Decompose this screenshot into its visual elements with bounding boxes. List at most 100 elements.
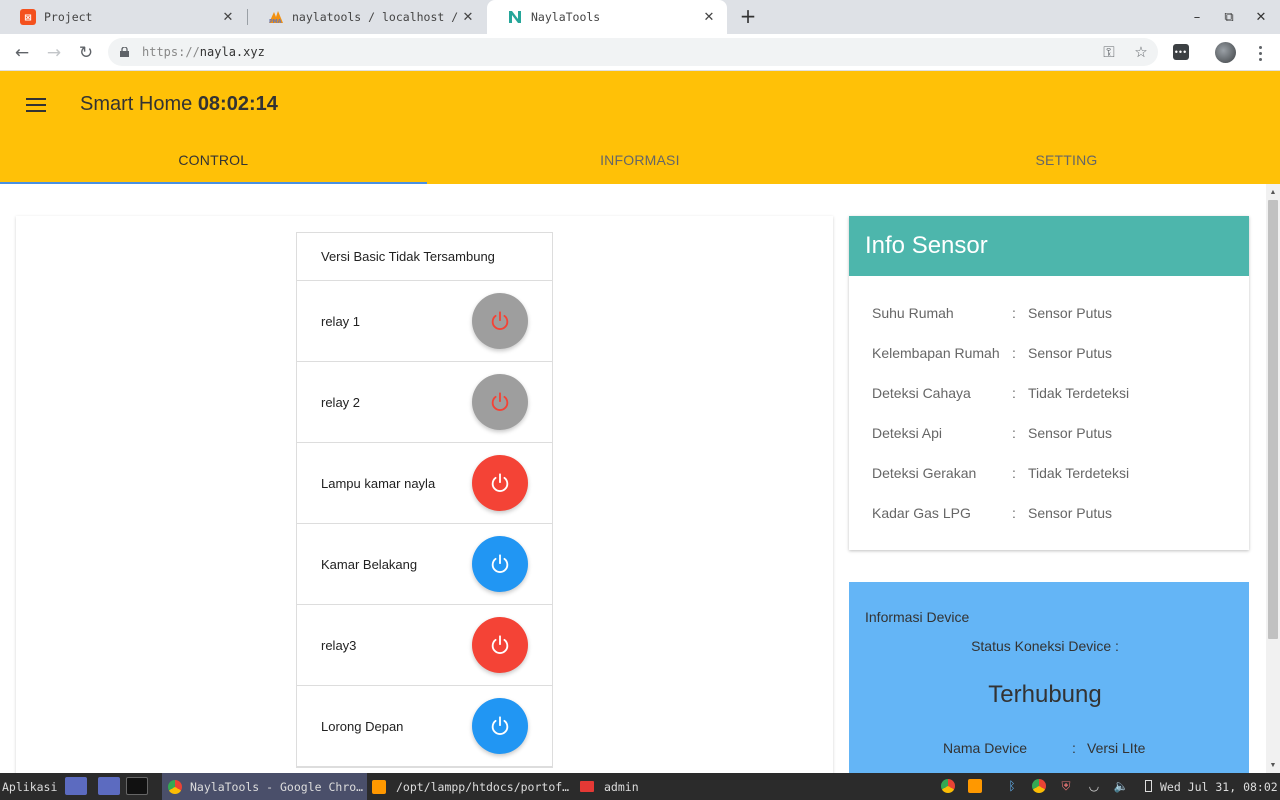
forward-button[interactable]: → <box>42 41 66 65</box>
browser-tab-title: NaylaTools <box>531 10 601 24</box>
wifi-icon[interactable]: ◡ <box>1086 778 1102 794</box>
volume-icon[interactable]: 🔈 <box>1113 778 1129 794</box>
browser-tab-phpmyadmin[interactable]: PMA naylatools / localhost / ✕ <box>248 0 486 34</box>
svg-text:PMA: PMA <box>269 19 282 24</box>
scroll-thumb[interactable] <box>1268 200 1278 639</box>
file-manager-launcher-icon[interactable] <box>98 777 120 795</box>
system-clock[interactable]: Wed Jul 31, 08:02 <box>1160 773 1278 800</box>
taskbar-window-folder[interactable]: admin <box>580 773 660 800</box>
new-tab-button[interactable]: + <box>737 4 759 28</box>
browser-tab-title: naylatools / localhost / <box>292 10 459 24</box>
device-name-value: Versi LIte <box>1087 740 1146 756</box>
relay-row: Lorong Depan <box>297 686 552 767</box>
device-card-title: Informasi Device <box>865 609 970 625</box>
device-info-card: Informasi Device Status Koneksi Device :… <box>849 582 1249 773</box>
browser-tab-naylatools[interactable]: NaylaTools ✕ <box>487 0 727 34</box>
sensor-value: Sensor Putus <box>1028 345 1113 361</box>
sensor-row: Kelembapan Rumah: Sensor Putus <box>872 333 1249 373</box>
separator: : <box>1012 425 1016 441</box>
close-tab-icon[interactable]: ✕ <box>220 9 236 25</box>
browser-menu-icon[interactable] <box>1250 43 1270 63</box>
page-scrollbar[interactable]: ▲ ▼ <box>1266 184 1280 773</box>
separator: : <box>1012 385 1016 401</box>
relay-row: relay 2 <box>297 362 552 443</box>
separator: : <box>1012 505 1016 521</box>
relay-row: Lampu kamar nayla <box>297 443 552 524</box>
sensor-row: Kadar Gas LPG: Sensor Putus <box>872 493 1249 533</box>
relay-toggle-button[interactable] <box>472 536 528 592</box>
restore-icon[interactable]: ⧉ <box>1219 7 1239 27</box>
power-icon <box>491 473 509 492</box>
sensor-label: Deteksi Gerakan <box>872 465 977 481</box>
sensor-row: Deteksi Cahaya: Tidak Terdeteksi <box>872 373 1249 413</box>
main-content: Versi Basic Tidak Tersambung relay 1 rel… <box>0 184 1266 773</box>
relay-list: Versi Basic Tidak Tersambung relay 1 rel… <box>296 232 553 768</box>
tab-informasi[interactable]: INFORMASI <box>427 137 854 184</box>
tab-setting[interactable]: SETTING <box>853 137 1280 184</box>
extension-icon[interactable]: ••• <box>1173 44 1189 60</box>
power-icon <box>491 716 509 735</box>
relay-toggle-button[interactable] <box>472 617 528 673</box>
key-icon[interactable]: ⚿ <box>1100 43 1118 61</box>
profile-avatar[interactable] <box>1215 42 1236 63</box>
app-tabs: CONTROL INFORMASI SETTING <box>0 137 1280 184</box>
scroll-down-arrow[interactable]: ▼ <box>1266 758 1280 772</box>
relay-toggle-button[interactable] <box>472 698 528 754</box>
url-text: https://nayla.xyz <box>142 45 265 59</box>
chrome-tray-icon[interactable] <box>1031 778 1047 794</box>
power-icon <box>491 392 509 411</box>
sensor-row: Deteksi Api: Sensor Putus <box>872 413 1249 453</box>
sublime-icon <box>372 779 386 794</box>
close-tab-icon[interactable]: ✕ <box>701 9 717 25</box>
browser-toolbar: ← → ↻ https://nayla.xyz ⚿ ☆ ••• <box>0 34 1280 71</box>
device-status-value: Terhubung <box>988 681 1102 708</box>
minimize-icon[interactable]: – <box>1187 7 1207 27</box>
power-icon <box>491 554 509 573</box>
relay-list-header: Versi Basic Tidak Tersambung <box>297 233 552 281</box>
separator: : <box>1012 305 1016 321</box>
relay-label: Lorong Depan <box>321 718 404 734</box>
separator: : <box>1012 345 1016 361</box>
close-tab-icon[interactable]: ✕ <box>460 9 476 25</box>
control-card: Versi Basic Tidak Tersambung relay 1 rel… <box>16 216 833 773</box>
scroll-up-arrow[interactable]: ▲ <box>1266 185 1280 199</box>
close-window-icon[interactable]: ✕ <box>1251 7 1271 27</box>
taskbar-window-title: NaylaTools - Google Chro… <box>190 779 364 794</box>
device-status-label: Status Koneksi Device : <box>971 638 1119 654</box>
relay-row: relay3 <box>297 605 552 686</box>
taskbar-window-title: /opt/lampp/htdocs/portof… <box>396 779 570 794</box>
sensor-label: Deteksi Cahaya <box>872 385 971 401</box>
address-bar[interactable]: https://nayla.xyz ⚿ ☆ <box>108 38 1158 66</box>
os-taskbar: Aplikasi NaylaTools - Google Chro… /opt/… <box>0 773 1280 800</box>
header-clock: 08:02:14 <box>197 93 278 115</box>
bookmark-star-icon[interactable]: ☆ <box>1132 43 1150 61</box>
bluetooth-icon[interactable]: ᛒ <box>1004 778 1020 794</box>
xampp-icon: ⊠ <box>20 9 36 25</box>
relay-row: relay 1 <box>297 281 552 362</box>
sensor-value: Tidak Terdeteksi <box>1028 385 1130 401</box>
relay-toggle-button[interactable] <box>472 374 528 430</box>
taskbar-window-chrome[interactable]: NaylaTools - Google Chro… <box>162 773 367 800</box>
relay-row: Kamar Belakang <box>297 524 552 605</box>
desktop-launcher-icon[interactable] <box>65 777 87 795</box>
sublime-tray-icon[interactable] <box>967 778 983 794</box>
sensor-value: Sensor Putus <box>1028 305 1113 321</box>
browser-tab-title: Project <box>44 10 93 24</box>
back-button[interactable]: ← <box>10 41 34 65</box>
relay-toggle-button[interactable] <box>472 455 528 511</box>
relay-label: Lampu kamar nayla <box>321 475 436 491</box>
shield-icon[interactable]: ⛨ <box>1058 778 1074 794</box>
browser-tab-project[interactable]: ⊠ Project ✕ <box>0 0 246 34</box>
relay-toggle-button[interactable] <box>472 293 528 349</box>
sensor-row: Suhu Rumah: Sensor Putus <box>872 293 1249 333</box>
reload-button[interactable]: ↻ <box>74 41 98 65</box>
applications-menu[interactable]: Aplikasi <box>2 773 57 800</box>
chrome-tray-icon[interactable] <box>940 778 956 794</box>
sensor-value: Sensor Putus <box>1028 425 1113 441</box>
sensor-value: Tidak Terdeteksi <box>1028 465 1130 481</box>
terminal-launcher-icon[interactable] <box>126 777 148 795</box>
tab-control[interactable]: CONTROL <box>0 137 427 184</box>
battery-icon[interactable] <box>1140 778 1156 794</box>
hamburger-menu-icon[interactable] <box>26 98 46 112</box>
taskbar-window-editor[interactable]: /opt/lampp/htdocs/portof… <box>372 773 572 800</box>
